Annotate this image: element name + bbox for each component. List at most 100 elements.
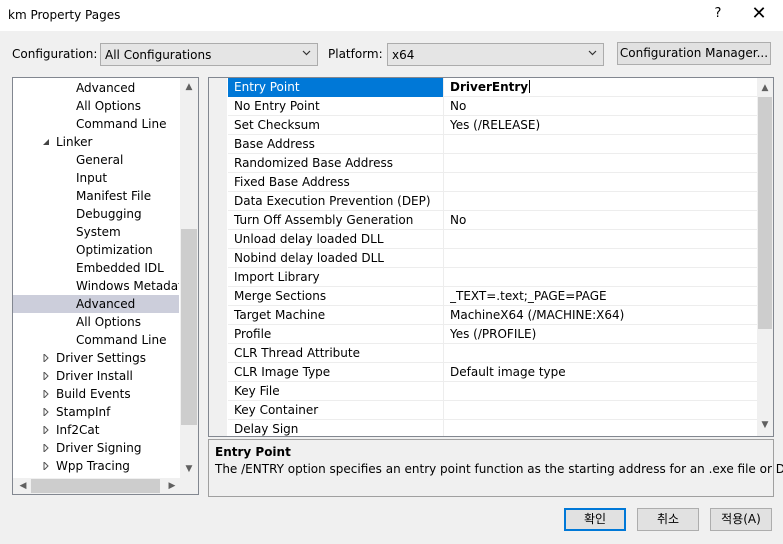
property-row[interactable]: CLR Thread Attribute xyxy=(228,344,757,363)
entry-point-input[interactable]: DriverEntry xyxy=(450,78,750,97)
property-row[interactable]: Key Container xyxy=(228,401,757,420)
tree-item[interactable]: Advanced xyxy=(13,79,179,97)
tree-item[interactable]: Advanced xyxy=(13,295,179,313)
scroll-up-icon[interactable]: ▲ xyxy=(181,82,197,92)
text-cursor xyxy=(529,80,531,93)
collapsed-triangle-icon[interactable] xyxy=(42,354,50,362)
property-row[interactable]: Randomized Base Address xyxy=(228,154,757,173)
property-name: Key File xyxy=(228,382,444,401)
tree-item-label: Windows Metadata xyxy=(76,279,179,293)
ok-button[interactable]: 확인 xyxy=(564,508,626,531)
property-row[interactable]: Data Execution Prevention (DEP) xyxy=(228,192,757,211)
scroll-left-icon[interactable]: ◀ xyxy=(15,481,31,491)
property-row[interactable]: Import Library xyxy=(228,268,757,287)
tree-vertical-scroll-thumb[interactable] xyxy=(181,229,197,425)
property-value xyxy=(450,154,750,173)
property-value xyxy=(450,344,750,363)
category-tree[interactable]: Wpp Tracing Driver Signing Inf2Cat StampInf… xyxy=(12,77,199,495)
property-row[interactable]: Target Machine MachineX64 (/MACHINE:X64) xyxy=(228,306,757,325)
tree-item[interactable]: Windows Metadata xyxy=(13,277,179,295)
tree-item-label: Advanced xyxy=(76,297,136,311)
platform-label: Platform: xyxy=(328,47,383,61)
property-grid[interactable]: Delay Sign Key Container Key File CLR Image… xyxy=(208,77,774,437)
property-row[interactable]: Profile Yes (/PROFILE) xyxy=(228,325,757,344)
collapsed-triangle-icon[interactable] xyxy=(42,462,50,470)
help-button[interactable]: ? xyxy=(712,6,724,21)
chevron-down-icon xyxy=(588,50,597,56)
property-value xyxy=(450,135,750,154)
tree-horizontal-scroll-thumb[interactable] xyxy=(31,479,160,493)
tree-item[interactable]: Input xyxy=(13,169,179,187)
scroll-down-icon[interactable]: ▼ xyxy=(757,420,773,430)
collapsed-triangle-icon[interactable] xyxy=(42,444,50,452)
tree-item-label: StampInf xyxy=(56,405,111,419)
tree-item[interactable]: Command Line xyxy=(13,331,179,349)
configuration-manager-button[interactable]: Configuration Manager... xyxy=(617,42,771,65)
collapsed-triangle-icon[interactable] xyxy=(42,408,50,416)
property-name: Base Address xyxy=(228,135,444,154)
tree-item[interactable]: Driver Settings xyxy=(13,349,179,367)
cancel-button[interactable]: 취소 xyxy=(637,508,699,531)
tree-item[interactable]: Driver Install xyxy=(13,367,179,385)
tree-item-label: Linker xyxy=(56,135,93,149)
tree-item-label: System xyxy=(76,225,121,239)
tree-item-label: Manifest File xyxy=(76,189,152,203)
tree-item[interactable]: Linker xyxy=(13,133,179,151)
tree-item[interactable]: Manifest File xyxy=(13,187,179,205)
property-row[interactable]: Nobind delay loaded DLL xyxy=(228,249,757,268)
configuration-label: Configuration: xyxy=(12,47,98,61)
tree-item[interactable]: All Options xyxy=(13,97,179,115)
close-button[interactable]: ✕ xyxy=(748,3,770,24)
platform-select[interactable]: x64 xyxy=(387,43,604,66)
property-name: CLR Thread Attribute xyxy=(228,344,444,363)
tree-item[interactable]: Build Events xyxy=(13,385,179,403)
apply-button[interactable]: 적용(A) xyxy=(710,508,772,531)
property-value xyxy=(450,249,750,268)
property-name: Target Machine xyxy=(228,306,444,325)
tree-item-label: Advanced xyxy=(76,81,136,95)
property-value: _TEXT=.text;_PAGE=PAGE xyxy=(450,289,607,303)
property-name: Set Checksum xyxy=(228,116,444,135)
tree-item[interactable]: Embedded IDL xyxy=(13,259,179,277)
tree-item-label: Wpp Tracing xyxy=(56,459,130,473)
property-row[interactable]: Fixed Base Address xyxy=(228,173,757,192)
property-row[interactable]: CLR Image Type Default image type xyxy=(228,363,757,382)
collapsed-triangle-icon[interactable] xyxy=(42,390,50,398)
property-row[interactable]: Set Checksum Yes (/RELEASE) xyxy=(228,116,757,135)
property-row[interactable]: Merge Sections _TEXT=.text;_PAGE=PAGE xyxy=(228,287,757,306)
tree-item[interactable]: StampInf xyxy=(13,403,179,421)
scroll-down-icon[interactable]: ▼ xyxy=(181,464,197,474)
tree-item-label: General xyxy=(76,153,124,167)
scroll-up-icon[interactable]: ▲ xyxy=(757,83,773,93)
tree-item[interactable]: All Options xyxy=(13,313,179,331)
collapsed-triangle-icon[interactable] xyxy=(42,372,50,380)
property-row[interactable]: Base Address xyxy=(228,135,757,154)
property-row[interactable]: Delay Sign xyxy=(228,420,757,436)
tree-item-label: Build Events xyxy=(56,387,131,401)
tree-item[interactable]: Debugging xyxy=(13,205,179,223)
property-row[interactable]: Unload delay loaded DLL xyxy=(228,230,757,249)
grid-vertical-scroll-thumb[interactable] xyxy=(758,97,772,329)
tree-item[interactable]: Command Line xyxy=(13,115,179,133)
configuration-select[interactable]: All Configurations xyxy=(100,43,318,66)
tree-item-label: All Options xyxy=(76,99,141,113)
property-row[interactable]: Entry Point DriverEntry xyxy=(228,78,773,97)
tree-item[interactable]: General xyxy=(13,151,179,169)
property-row[interactable]: No Entry Point No xyxy=(228,97,757,116)
collapsed-triangle-icon[interactable] xyxy=(42,426,50,434)
property-value xyxy=(450,230,750,249)
tree-item-label: Driver Install xyxy=(56,369,133,383)
tree-item[interactable]: Optimization xyxy=(13,241,179,259)
tree-item-label: Inf2Cat xyxy=(56,423,100,437)
tree-item[interactable]: System xyxy=(13,223,179,241)
tree-item[interactable]: Wpp Tracing xyxy=(13,457,179,475)
tree-item[interactable]: Inf2Cat xyxy=(13,421,179,439)
property-name: Profile xyxy=(228,325,444,344)
property-row[interactable]: Key File xyxy=(228,382,757,401)
expanded-triangle-icon[interactable] xyxy=(42,138,50,146)
description-panel: Entry Point The /ENTRY option specifies … xyxy=(208,439,783,497)
tree-item[interactable]: Driver Signing xyxy=(13,439,179,457)
scroll-right-icon[interactable]: ▶ xyxy=(164,481,180,491)
property-value: Default image type xyxy=(450,365,566,379)
property-row[interactable]: Turn Off Assembly Generation No xyxy=(228,211,757,230)
